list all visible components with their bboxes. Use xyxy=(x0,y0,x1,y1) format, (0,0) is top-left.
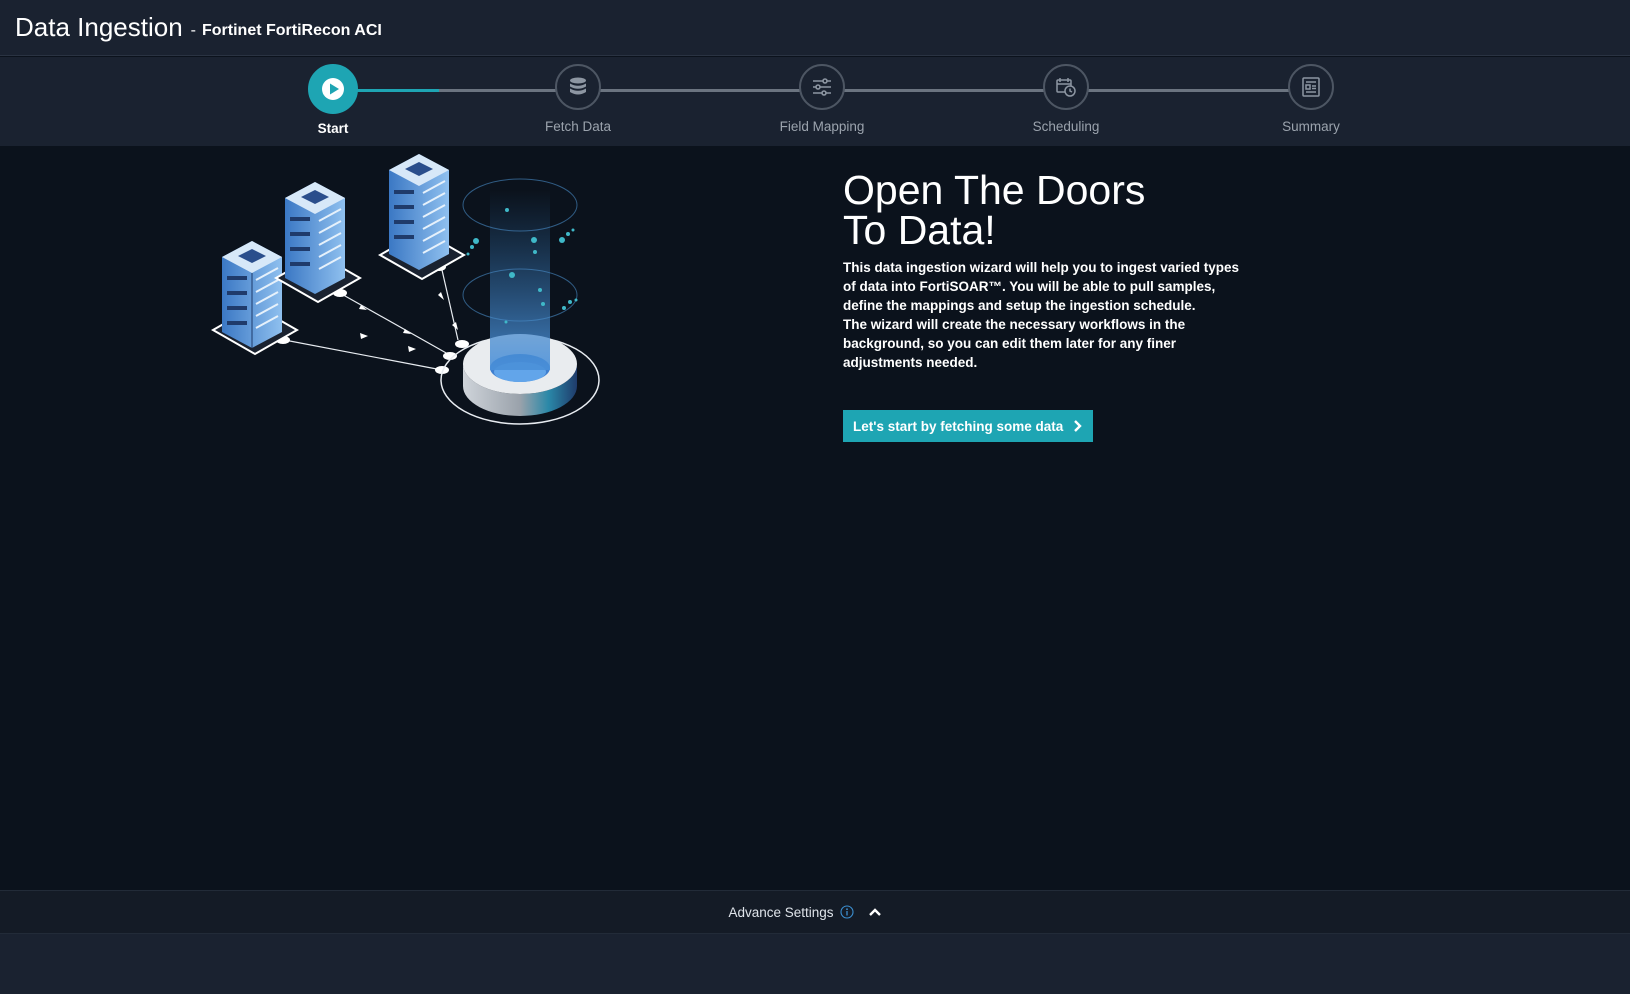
step-label: Scheduling xyxy=(1032,119,1100,134)
step-summary[interactable]: Summary xyxy=(1241,64,1381,134)
cta-label: Let's start by fetching some data xyxy=(853,418,1064,434)
document-icon xyxy=(1288,64,1334,110)
database-icon xyxy=(555,64,601,110)
advanced-settings-bar[interactable]: Advance Settings xyxy=(0,890,1630,934)
step-start[interactable]: Start xyxy=(263,64,403,136)
step-label: Fetch Data xyxy=(544,119,612,134)
hero-paragraph-1: This data ingestion wizard will help you… xyxy=(843,260,1240,313)
hero-description: This data ingestion wizard will help you… xyxy=(843,258,1243,372)
start-fetching-button[interactable]: Let's start by fetching some data xyxy=(843,410,1094,442)
wizard-stepper: Start Fetch Data Field Mapping Schedulin… xyxy=(0,57,1630,146)
footer-area xyxy=(0,934,1630,994)
step-label: Summary xyxy=(1282,119,1340,134)
step-scheduling[interactable]: Scheduling xyxy=(996,64,1136,134)
hero-paragraph-2: The wizard will create the necessary wor… xyxy=(843,317,1186,370)
chevron-up-icon[interactable] xyxy=(868,907,882,917)
step-label: Field Mapping xyxy=(779,119,865,134)
sliders-icon xyxy=(799,64,845,110)
advanced-settings-label: Advance Settings xyxy=(728,904,834,920)
info-icon[interactable] xyxy=(839,905,854,919)
title-separator: - xyxy=(190,21,196,39)
page-title: Data Ingestion xyxy=(15,12,183,42)
step-field-mapping[interactable]: Field Mapping xyxy=(752,64,892,134)
title-bar: Data Ingestion - Fortinet FortiRecon ACI xyxy=(0,0,1630,56)
servers-to-database-illustration xyxy=(210,150,610,435)
calendar-clock-icon xyxy=(1043,64,1089,110)
hero-title: Open The Doors To Data! xyxy=(843,170,1145,253)
chevron-right-icon xyxy=(1073,419,1082,433)
hero-title-line2: To Data! xyxy=(843,207,996,253)
play-icon xyxy=(308,64,358,114)
step-label: Start xyxy=(317,121,349,136)
step-fetch-data[interactable]: Fetch Data xyxy=(508,64,648,134)
connector-name: Fortinet FortiRecon ACI xyxy=(202,21,382,39)
